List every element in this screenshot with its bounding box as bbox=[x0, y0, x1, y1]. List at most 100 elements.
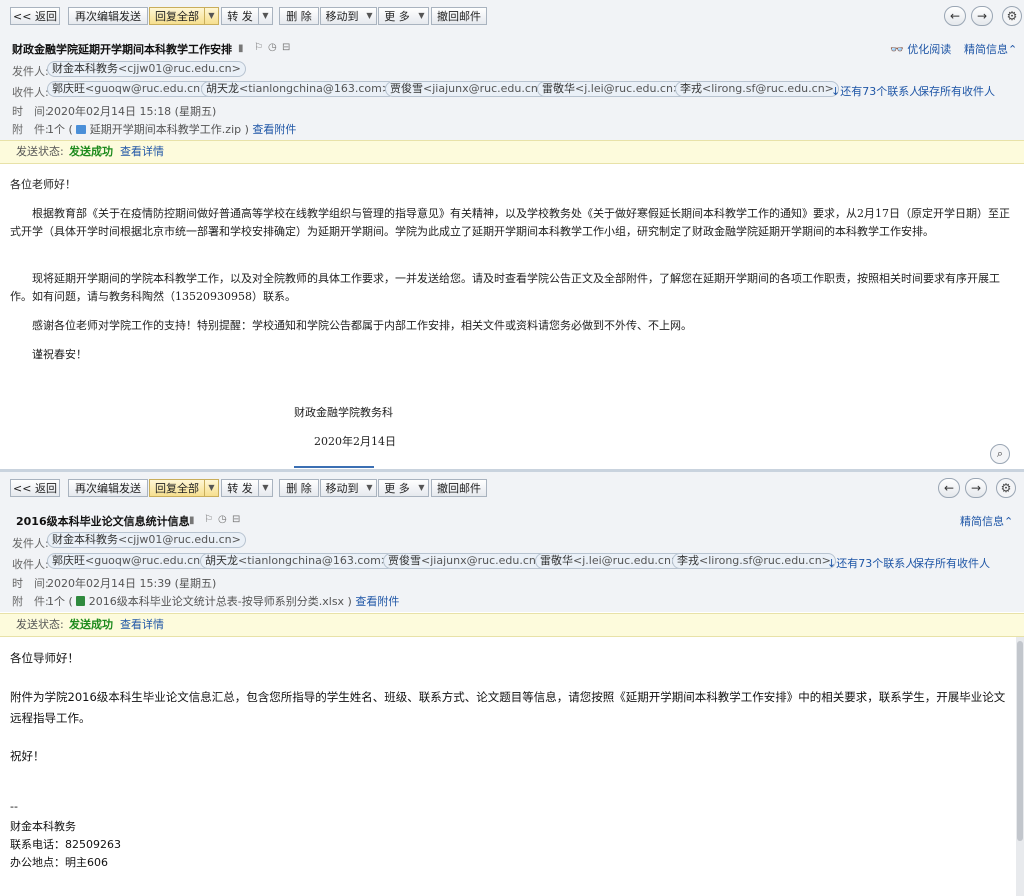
view-attachment-link[interactable]: 查看附件 bbox=[252, 123, 296, 136]
recipient-chip[interactable]: 雷敬华<j.lei@ruc.edu.cn> bbox=[535, 553, 686, 569]
forward-arrow-icon[interactable]: → bbox=[965, 478, 987, 498]
move-to-dropdown-icon[interactable]: ▼ bbox=[363, 7, 377, 25]
attachment-name[interactable]: 2016级本科毕业论文统计总表-按导师系别分类.xlsx ) bbox=[89, 595, 352, 608]
zoom-icon[interactable]: ⌕ bbox=[990, 444, 1010, 464]
clock-icon[interactable]: ◷ bbox=[268, 42, 277, 53]
recipient-chip[interactable]: 李戎<lirong.sf@ruc.edu.cn> bbox=[672, 553, 836, 569]
mail-toolbar: << 返回 再次编辑发送 回复全部 ▼ 转 发 ▼ 删 除 移动到 ▼ 更 多 … bbox=[0, 0, 1024, 32]
print-icon[interactable]: ⊟ bbox=[282, 42, 290, 53]
sender-chip[interactable]: 财金本科教务<cjjw01@ruc.edu.cn> bbox=[47, 61, 246, 77]
mail-toolbar: << 返回 再次编辑发送 回复全部 ▼ 转 发 ▼ 删 除 移动到 ▼ 更 多 … bbox=[0, 472, 1024, 504]
body-greeting: 各位导师好！ bbox=[10, 651, 79, 665]
body-paragraph: 现将延期开学期间的学院本科教学工作，以及对全院教师的具体工作要求，一并发送给您。… bbox=[10, 272, 1000, 303]
mail-panel-1: << 返回 再次编辑发送 回复全部 ▼ 转 发 ▼ 删 除 移动到 ▼ 更 多 … bbox=[0, 0, 1024, 470]
body-date: 2020年2月14日 bbox=[314, 435, 396, 448]
mail-subject: 财政金融学院延期开学期间本科教学工作安排 bbox=[12, 43, 232, 56]
mail-header: 2016级本科毕业论文信息统计信息 ▮ ⚐ ◷ ⊟ 精简信息⌃ 发件人: 财金本… bbox=[0, 504, 1024, 612]
send-status-bar: 发送状态: 发送成功 查看详情 bbox=[0, 140, 1024, 164]
forward-dropdown-icon[interactable]: ▼ bbox=[259, 7, 273, 25]
body-signature: 财政金融学院教务科 bbox=[294, 406, 393, 419]
flag-icon[interactable]: ⚐ bbox=[254, 42, 263, 53]
delete-button[interactable]: 删 除 bbox=[279, 7, 319, 25]
tag-icon[interactable]: ▮ bbox=[238, 43, 244, 54]
time-label: 时 间: bbox=[12, 105, 49, 118]
gear-icon[interactable]: ⚙ bbox=[996, 478, 1016, 498]
chevron-up-icon: ⌃ bbox=[1008, 43, 1018, 56]
back-button[interactable]: << 返回 bbox=[10, 479, 60, 497]
mail-time: 2020年02月14日 15:39 (星期五) bbox=[47, 577, 217, 590]
sender-chip[interactable]: 财金本科教务<cjjw01@ruc.edu.cn> bbox=[47, 532, 246, 548]
move-to-button[interactable]: 移动到 bbox=[320, 7, 364, 25]
flag-icon[interactable]: ⚐ bbox=[204, 514, 213, 525]
body-greeting: 各位老师好！ bbox=[10, 178, 76, 191]
more-dropdown-icon[interactable]: ▼ bbox=[415, 7, 429, 25]
signature-phone: 联系电话：82509263 bbox=[10, 838, 121, 851]
recipient-chip[interactable]: 胡天龙<tianlongchina@163.com> bbox=[200, 553, 396, 569]
mail-subject: 2016级本科毕业论文信息统计信息 bbox=[16, 515, 190, 528]
reedit-send-button[interactable]: 再次编辑发送 bbox=[68, 7, 148, 25]
delete-button[interactable]: 删 除 bbox=[279, 479, 319, 497]
glasses-icon: 👓 bbox=[890, 43, 904, 56]
signature-office: 办公地点：明主606 bbox=[10, 856, 108, 869]
recipient-chip[interactable]: 贾俊雪<jiajunx@ruc.edu.cn> bbox=[385, 81, 553, 97]
move-to-dropdown-icon[interactable]: ▼ bbox=[363, 479, 377, 497]
more-contacts-link[interactable]: ↓还有73个联系人 bbox=[827, 555, 916, 571]
chevron-up-icon: ⌃ bbox=[1004, 515, 1014, 528]
recipient-chip[interactable]: 李戎<lirong.sf@ruc.edu.cn> bbox=[675, 81, 839, 97]
sender-label: 发件人: bbox=[12, 537, 49, 550]
attachment-label: 附 件: bbox=[12, 123, 49, 136]
send-status-value: 发送成功 bbox=[69, 145, 113, 158]
mail-time: 2020年02月14日 15:18 (星期五) bbox=[47, 105, 217, 118]
forward-dropdown-icon[interactable]: ▼ bbox=[259, 479, 273, 497]
recipient-chip[interactable]: 雷敬华<j.lei@ruc.edu.cn> bbox=[537, 81, 688, 97]
tag-icon[interactable]: ▮ bbox=[189, 515, 195, 526]
save-all-recipients-link[interactable]: 保存所有收件人 bbox=[913, 555, 990, 571]
more-dropdown-icon[interactable]: ▼ bbox=[415, 479, 429, 497]
excel-file-icon bbox=[76, 596, 86, 606]
forward-button[interactable]: 转 发 bbox=[221, 7, 259, 25]
scrollbar[interactable] bbox=[1016, 637, 1024, 896]
back-button[interactable]: << 返回 bbox=[10, 7, 60, 25]
scrollbar-thumb[interactable] bbox=[1017, 641, 1023, 841]
forward-button[interactable]: 转 发 bbox=[221, 479, 259, 497]
recipient-chip[interactable]: 郭庆旺<guoqw@ruc.edu.cn> bbox=[47, 553, 215, 569]
recipient-chip[interactable]: 郭庆旺<guoqw@ruc.edu.cn> bbox=[47, 81, 215, 97]
more-button[interactable]: 更 多 bbox=[378, 479, 416, 497]
brief-info-link[interactable]: 精简信息⌃ bbox=[964, 41, 1017, 57]
more-contacts-link[interactable]: ↓还有73个联系人 bbox=[831, 83, 920, 99]
reply-all-dropdown-icon[interactable]: ▼ bbox=[205, 479, 219, 497]
recipients-label: 收件人: bbox=[12, 86, 49, 99]
move-to-button[interactable]: 移动到 bbox=[320, 479, 364, 497]
attachment-name[interactable]: 延期开学期间本科教学工作.zip ) bbox=[90, 123, 249, 136]
reply-all-dropdown-icon[interactable]: ▼ bbox=[205, 7, 219, 25]
brief-info-link[interactable]: 精简信息⌃ bbox=[960, 513, 1013, 529]
reply-all-button[interactable]: 回复全部 bbox=[149, 479, 205, 497]
recipient-chip[interactable]: 胡天龙<tianlongchina@163.com> bbox=[201, 81, 397, 97]
view-attachment-link[interactable]: 查看附件 bbox=[355, 595, 399, 608]
recipient-chip[interactable]: 贾俊雪<jiajunx@ruc.edu.cn> bbox=[383, 553, 551, 569]
attachment-info: 1个 ( 2016级本科毕业论文统计总表-按导师系别分类.xlsx ) 查看附件 bbox=[47, 595, 400, 608]
send-status-value: 发送成功 bbox=[69, 618, 113, 631]
reedit-send-button[interactable]: 再次编辑发送 bbox=[68, 479, 148, 497]
more-button[interactable]: 更 多 bbox=[378, 7, 416, 25]
view-detail-link[interactable]: 查看详情 bbox=[120, 614, 164, 636]
mail-body: 各位老师好！ 根据教育部《关于在疫情防控期间做好普通高等学校在线教学组织与管理的… bbox=[0, 170, 1024, 470]
back-arrow-icon[interactable]: ← bbox=[944, 6, 966, 26]
body-closing: 祝好！ bbox=[10, 749, 45, 763]
scroll-indicator bbox=[294, 466, 374, 468]
reply-all-button[interactable]: 回复全部 bbox=[149, 7, 205, 25]
print-icon[interactable]: ⊟ bbox=[232, 514, 240, 525]
view-detail-link[interactable]: 查看详情 bbox=[120, 141, 164, 163]
body-paragraph: 附件为学院2016级本科生毕业论文信息汇总，包含您所指导的学生姓名、班级、联系方… bbox=[10, 690, 1006, 725]
back-arrow-icon[interactable]: ← bbox=[938, 478, 960, 498]
sender-label: 发件人: bbox=[12, 65, 49, 78]
recall-button[interactable]: 撤回邮件 bbox=[431, 7, 487, 25]
signature-separator: -- bbox=[10, 800, 18, 813]
recall-button[interactable]: 撤回邮件 bbox=[431, 479, 487, 497]
send-status-bar: 发送状态: 发送成功 查看详情 bbox=[0, 613, 1024, 637]
optimized-read-link[interactable]: 👓 优化阅读 bbox=[890, 41, 951, 57]
gear-icon[interactable]: ⚙ bbox=[1002, 6, 1022, 26]
save-all-recipients-link[interactable]: 保存所有收件人 bbox=[918, 83, 995, 99]
forward-arrow-icon[interactable]: → bbox=[971, 6, 993, 26]
clock-icon[interactable]: ◷ bbox=[218, 514, 227, 525]
